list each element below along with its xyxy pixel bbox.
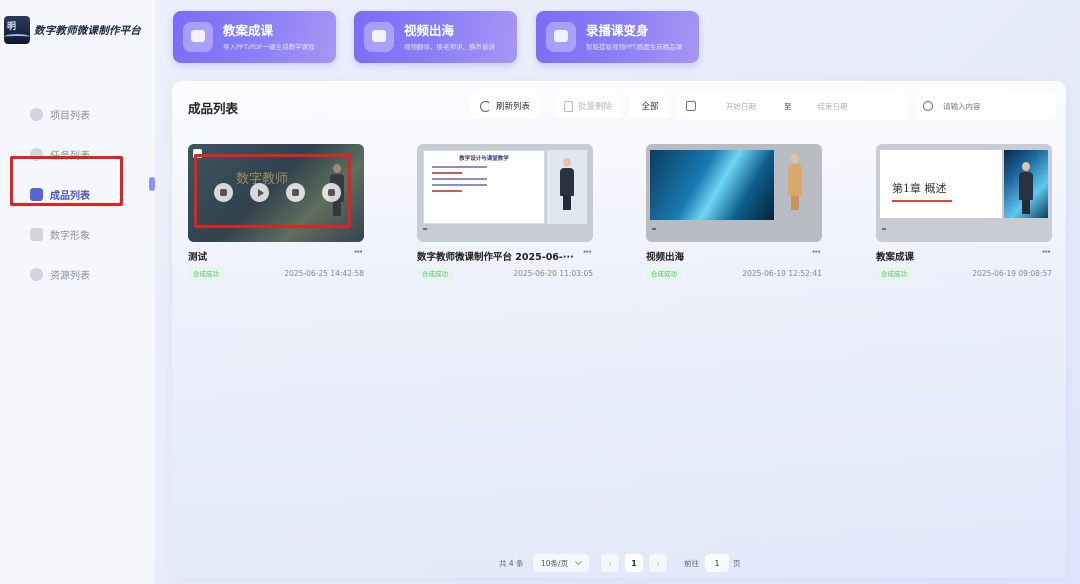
feature-title: 教案成课 xyxy=(223,23,274,38)
product-title: 数字教师微课制作平台 2025-06-··· xyxy=(417,252,574,263)
video-translate-icon xyxy=(364,22,394,52)
more-icon[interactable]: ··· xyxy=(354,247,363,258)
next-page-button[interactable]: › xyxy=(649,554,667,572)
refresh-label: 刷新列表 xyxy=(495,102,530,112)
refresh-icon xyxy=(479,100,491,112)
page-unit-label: 页 xyxy=(733,559,741,568)
start-date-input[interactable]: 开始日期 xyxy=(726,101,766,112)
pagination-total: 共 4 条 xyxy=(499,559,524,568)
sidebar-item-label: 项目列表 xyxy=(50,110,90,122)
app-title: 数字教师微课制作平台 xyxy=(34,24,141,37)
slide-title: 教学设计与课堂教学 xyxy=(459,156,509,162)
batch-delete-label: 批量删除 xyxy=(577,102,612,112)
more-icon[interactable]: ··· xyxy=(1042,247,1051,258)
date-range-picker[interactable]: 开始日期 至 结束日期 xyxy=(678,93,908,119)
filter-all-label: 全部 xyxy=(641,102,659,112)
trash-icon xyxy=(563,100,573,112)
sidebar: 明 数字教师微课制作平台 项目列表 任务列表 成品列表 数字形象 资源列表 xyxy=(0,0,155,584)
product-timestamp: 2025-06-20 11:03:05 xyxy=(513,269,593,278)
product-thumbnail[interactable] xyxy=(646,144,822,242)
refresh-button[interactable]: 刷新列表 xyxy=(470,93,540,119)
sidebar-item-projects[interactable]: 项目列表 xyxy=(30,94,90,134)
product-title: 测试 xyxy=(188,252,208,263)
product-timestamp: 2025-06-19 12:52:41 xyxy=(742,269,822,278)
end-date-input[interactable]: 结束日期 xyxy=(818,101,848,112)
product-timestamp: 2025-06-19 09:08:57 xyxy=(972,269,1052,278)
sidebar-item-resources[interactable]: 资源列表 xyxy=(30,254,90,294)
calendar-icon xyxy=(686,101,696,111)
panel-title: 成品列表 xyxy=(188,101,239,116)
watermark-label xyxy=(882,228,886,230)
product-card[interactable]: 教学设计与课堂教学 数字教师微课制作平台 2025-06-··· ··· 合成成… xyxy=(417,144,593,281)
highlight-box-nav xyxy=(10,156,123,206)
sidebar-item-label: 资源列表 xyxy=(50,270,90,282)
search-icon xyxy=(923,101,933,111)
lesson-plan-icon xyxy=(183,22,213,52)
teacher-avatar xyxy=(1019,162,1033,214)
teacher-avatar xyxy=(788,154,802,210)
avatar-icon xyxy=(30,227,43,241)
feature-title: 录播课变身 xyxy=(586,23,649,38)
feature-card-lesson-plan[interactable]: 教案成课 导入PPT/PDF一键生成教学课程 xyxy=(173,11,336,63)
teacher-avatar xyxy=(560,158,574,210)
product-thumbnail[interactable]: 第1章 概述 xyxy=(876,144,1052,242)
sidebar-item-avatars[interactable]: 数字形象 xyxy=(30,214,90,254)
feature-card-video-translate[interactable]: 视频出海 视频翻译、换老师讲、换声音讲 xyxy=(354,11,517,63)
goto-page-input[interactable] xyxy=(705,554,729,572)
product-title: 教案成课 xyxy=(876,252,915,263)
status-badge: 合成成功 xyxy=(188,267,224,281)
active-nav-indicator xyxy=(149,177,155,191)
feature-subtitle: 视频翻译、换老师讲、换声音讲 xyxy=(404,43,495,51)
status-badge: 合成成功 xyxy=(646,267,682,281)
product-card[interactable]: 第1章 概述 教案成课 ··· 合成成功 2025-06-19 09:08:57 xyxy=(876,144,1052,281)
feature-title: 视频出海 xyxy=(404,23,455,38)
search-box[interactable] xyxy=(916,93,1056,119)
logo-mark: 明 xyxy=(4,16,30,44)
page-number-current[interactable]: 1 xyxy=(625,554,643,572)
goto-label: 前往 xyxy=(684,559,699,568)
video-preview xyxy=(650,150,774,220)
more-icon[interactable]: ··· xyxy=(583,247,592,258)
status-badge: 合成成功 xyxy=(417,267,453,281)
product-title: 视频出海 xyxy=(646,252,685,263)
resource-icon xyxy=(30,267,43,281)
slide-title: 第1章 概述 xyxy=(892,182,947,195)
highlight-box-card xyxy=(194,154,351,228)
prev-page-button[interactable]: ‹ xyxy=(601,554,619,572)
batch-delete-button[interactable]: 批量删除 xyxy=(553,93,623,119)
page-size-select[interactable]: 10条/页 xyxy=(533,554,589,572)
status-badge: 合成成功 xyxy=(876,267,912,281)
search-input[interactable] xyxy=(943,101,1043,111)
watermark-label xyxy=(423,228,427,230)
folder-icon xyxy=(30,107,43,121)
app-logo[interactable]: 明 数字教师微课制作平台 xyxy=(4,16,141,44)
slide-preview: 教学设计与课堂教学 xyxy=(423,150,545,224)
product-timestamp: 2025-06-25 14:42:58 xyxy=(284,269,364,278)
feature-subtitle: 导入PPT/PDF一键生成教学课程 xyxy=(223,43,315,51)
product-thumbnail[interactable]: 教学设计与课堂教学 xyxy=(417,144,593,242)
watermark-label xyxy=(652,228,656,230)
filter-all-select[interactable]: 全部 xyxy=(629,93,671,119)
recorded-course-icon xyxy=(546,22,576,52)
product-card[interactable]: 视频出海 ··· 合成成功 2025-06-19 12:52:41 xyxy=(646,144,822,281)
slide-preview: 第1章 概述 xyxy=(880,150,1002,218)
more-icon[interactable]: ··· xyxy=(812,247,821,258)
sidebar-item-label: 数字形象 xyxy=(50,230,90,242)
feature-subtitle: 智能提取视频PPT画面生成精品课 xyxy=(586,43,683,51)
date-range-separator: 至 xyxy=(784,101,792,111)
feature-card-recorded-course[interactable]: 录播课变身 智能提取视频PPT画面生成精品课 xyxy=(536,11,699,63)
